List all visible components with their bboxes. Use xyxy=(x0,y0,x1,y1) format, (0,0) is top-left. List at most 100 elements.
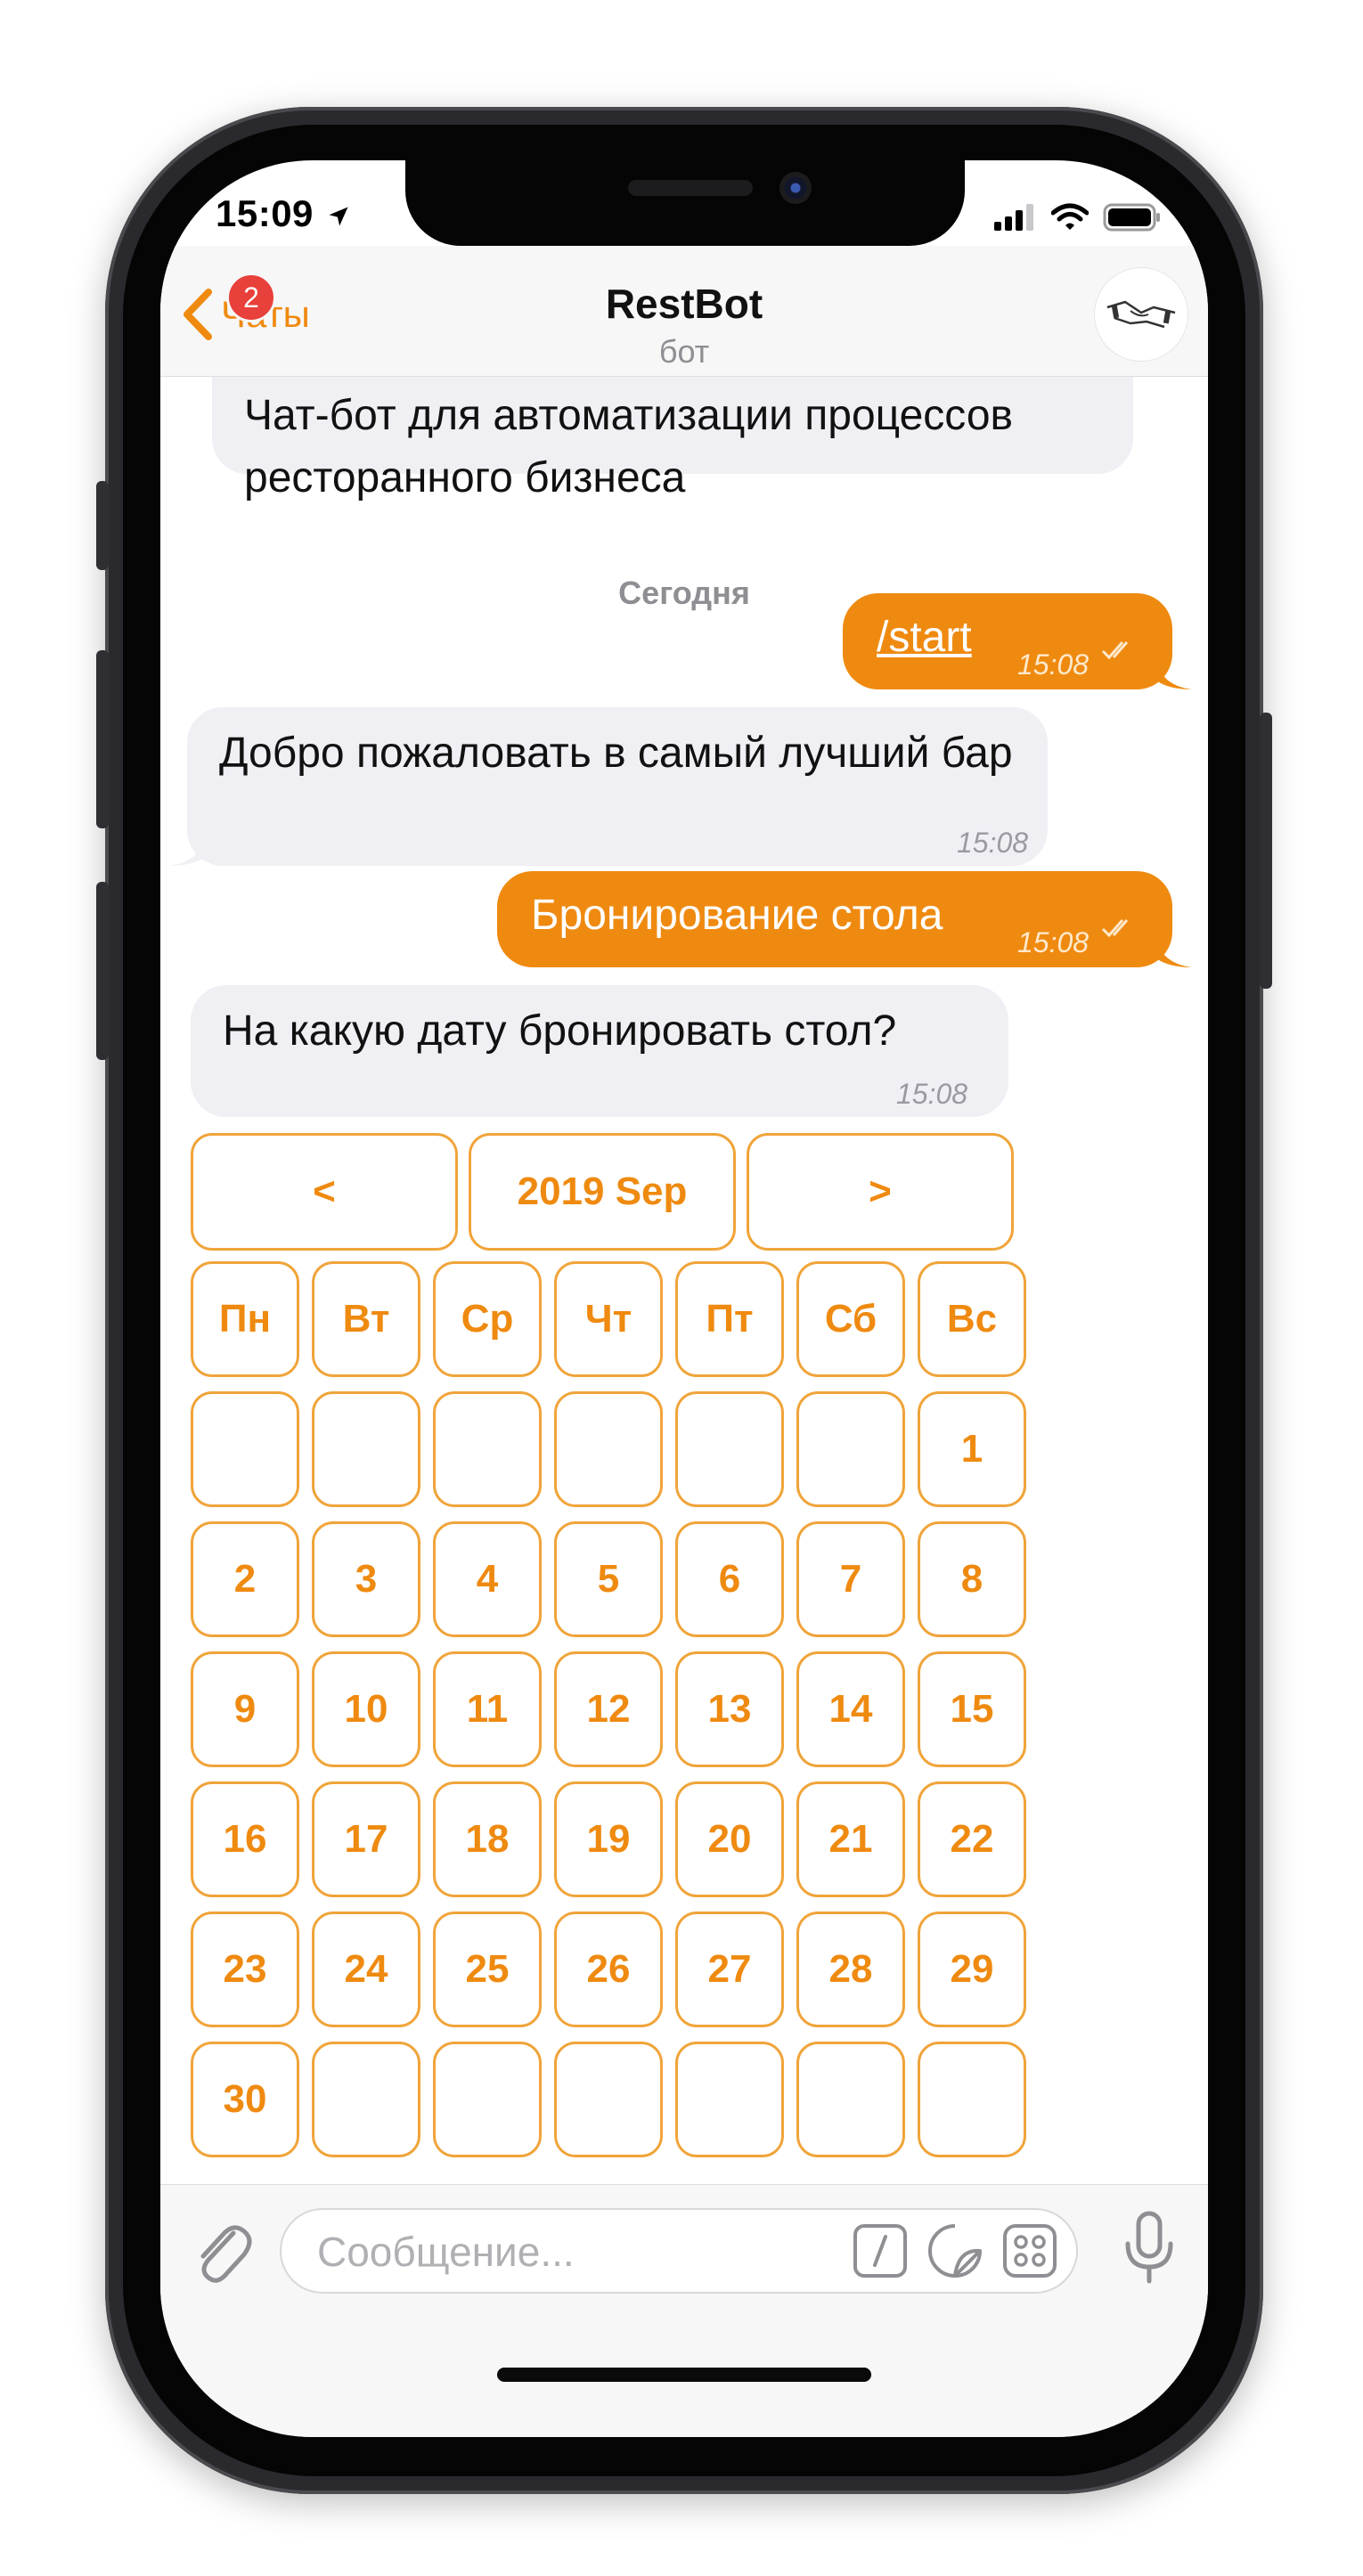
home-indicator xyxy=(497,2368,871,2382)
calendar-day-button[interactable]: 26 xyxy=(554,1912,663,2027)
calendar-day-button[interactable]: 14 xyxy=(796,1651,905,1767)
power-button xyxy=(1260,713,1272,989)
calendar-day-button[interactable]: 12 xyxy=(554,1651,663,1767)
message-input[interactable]: Сообщение... xyxy=(280,2208,1078,2294)
calendar-day-button[interactable]: 27 xyxy=(675,1912,784,2027)
bot-description-bubble: Чат-бот для автоматизации процессов рест… xyxy=(212,376,1133,501)
battery-icon xyxy=(1103,203,1160,232)
calendar-day-button[interactable]: 21 xyxy=(796,1781,905,1897)
signal-icon xyxy=(994,204,1033,231)
handshake-icon xyxy=(1106,300,1176,329)
read-checks-icon xyxy=(1101,919,1129,938)
keyboard-icon[interactable] xyxy=(1001,2222,1058,2279)
calendar-day-button[interactable] xyxy=(312,2042,420,2157)
calendar-day-button[interactable] xyxy=(918,2042,1026,2157)
outgoing-message[interactable]: Бронирование стола 15:08 xyxy=(497,871,1172,967)
status-time: 15:09 xyxy=(216,192,351,235)
location-arrow-icon xyxy=(329,207,348,226)
speaker-grille xyxy=(628,180,753,196)
command-link[interactable]: /start xyxy=(877,607,972,668)
message-time: 15:08 xyxy=(957,827,1029,859)
read-checks-icon xyxy=(1101,641,1129,660)
calendar-day-button[interactable]: 25 xyxy=(433,1912,542,2027)
slash-command-icon[interactable] xyxy=(852,2222,909,2279)
next-month-button[interactable]: > xyxy=(747,1133,1014,1251)
calendar-day-button[interactable]: 7 xyxy=(796,1521,905,1637)
calendar-day-button[interactable]: 16 xyxy=(191,1781,299,1897)
calendar-day-button[interactable]: 20 xyxy=(675,1781,784,1897)
message-text: Добро пожаловать в самый лучший бар xyxy=(219,730,1013,777)
date-separator: Сегодня xyxy=(593,568,775,618)
calendar-day-button[interactable] xyxy=(675,2042,784,2157)
phone-screen: 15:09 2 RestBot бот Чат-бот для автомати… xyxy=(160,160,1208,2437)
volume-up-button xyxy=(96,650,109,828)
calendar-day-button[interactable]: 30 xyxy=(191,2042,299,2157)
volume-down-button xyxy=(96,882,109,1060)
calendar-day-button[interactable] xyxy=(554,2042,663,2157)
message-placeholder: Сообщение... xyxy=(317,2229,575,2275)
weekday-label: Вс xyxy=(918,1261,1026,1377)
chat-title: RestBot xyxy=(605,281,763,327)
bubble-tail xyxy=(1156,941,1192,967)
bubble-tail xyxy=(169,839,205,866)
calendar-day-button[interactable] xyxy=(796,1391,905,1507)
message-time: 15:08 xyxy=(896,1078,968,1110)
calendar-day-button[interactable]: 5 xyxy=(554,1521,663,1637)
weekday-label: Вт xyxy=(312,1261,420,1377)
notch xyxy=(405,160,965,246)
calendar-day-button[interactable]: 19 xyxy=(554,1781,663,1897)
calendar-day-button[interactable]: 24 xyxy=(312,1912,420,2027)
calendar-day-button[interactable]: 9 xyxy=(191,1651,299,1767)
status-icons xyxy=(992,203,1162,232)
calendar-day-button[interactable] xyxy=(796,2042,905,2157)
weekday-label: Чт xyxy=(554,1261,663,1377)
calendar-day-button[interactable]: 17 xyxy=(312,1781,420,1897)
month-label-button[interactable]: 2019 Sep xyxy=(469,1133,736,1251)
outgoing-message[interactable]: /start 15:08 xyxy=(843,593,1172,689)
status-time-text: 15:09 xyxy=(216,192,314,234)
message-text: Бронирование стола xyxy=(531,892,943,939)
calendar-day-button[interactable] xyxy=(433,1391,542,1507)
weekday-label: Сб xyxy=(796,1261,905,1377)
chat-subtitle: бот xyxy=(658,333,710,370)
calendar-day-button[interactable]: 6 xyxy=(675,1521,784,1637)
sticker-icon[interactable] xyxy=(926,2222,983,2279)
bot-avatar[interactable] xyxy=(1094,267,1188,362)
message-input-bar: Сообщение... xyxy=(160,2184,1208,2437)
calendar-day-button[interactable]: 4 xyxy=(433,1521,542,1637)
calendar-day-button[interactable]: 8 xyxy=(918,1521,1026,1637)
calendar-day-button[interactable]: 11 xyxy=(433,1651,542,1767)
bot-description-text: Чат-бот для автоматизации процессов рест… xyxy=(244,392,1014,501)
calendar-day-button[interactable]: 15 xyxy=(918,1651,1026,1767)
calendar-day-button[interactable]: 3 xyxy=(312,1521,420,1637)
calendar-day-button[interactable] xyxy=(675,1391,784,1507)
message-time: 15:08 xyxy=(1017,648,1090,681)
calendar-day-button[interactable]: 2 xyxy=(191,1521,299,1637)
calendar-day-button[interactable] xyxy=(191,1391,299,1507)
calendar-day-button[interactable]: 23 xyxy=(191,1912,299,2027)
attachment-icon[interactable] xyxy=(189,2213,253,2288)
chat-header: Чаты 2 RestBot бот xyxy=(160,246,1208,377)
calendar-day-button[interactable]: 29 xyxy=(918,1912,1026,2027)
mute-switch xyxy=(96,481,109,570)
microphone-icon[interactable] xyxy=(1122,2208,1176,2288)
calendar-day-button[interactable]: 22 xyxy=(918,1781,1026,1897)
calendar-day-button[interactable]: 13 xyxy=(675,1651,784,1767)
weekday-label: Пн xyxy=(191,1261,299,1377)
wifi-icon xyxy=(1051,203,1089,230)
message-list[interactable]: Чат-бот для автоматизации процессов рест… xyxy=(160,376,1208,2184)
prev-month-button[interactable]: < xyxy=(191,1133,458,1251)
calendar-day-button[interactable] xyxy=(433,2042,542,2157)
calendar-day-button[interactable] xyxy=(554,1391,663,1507)
calendar-day-button[interactable]: 28 xyxy=(796,1912,905,2027)
weekday-label: Пт xyxy=(675,1261,784,1377)
message-time: 15:08 xyxy=(1017,926,1090,958)
calendar-day-button[interactable]: 1 xyxy=(918,1391,1026,1507)
calendar-day-button[interactable]: 18 xyxy=(433,1781,542,1897)
front-camera xyxy=(779,172,812,204)
calendar-day-button[interactable] xyxy=(312,1391,420,1507)
incoming-message: Добро пожаловать в самый лучший бар 15:0… xyxy=(187,707,1048,866)
weekday-label: Ср xyxy=(433,1261,542,1377)
calendar-day-button[interactable]: 10 xyxy=(312,1651,420,1767)
incoming-message: На какую дату бронировать стол? 15:08 xyxy=(191,985,1008,1117)
